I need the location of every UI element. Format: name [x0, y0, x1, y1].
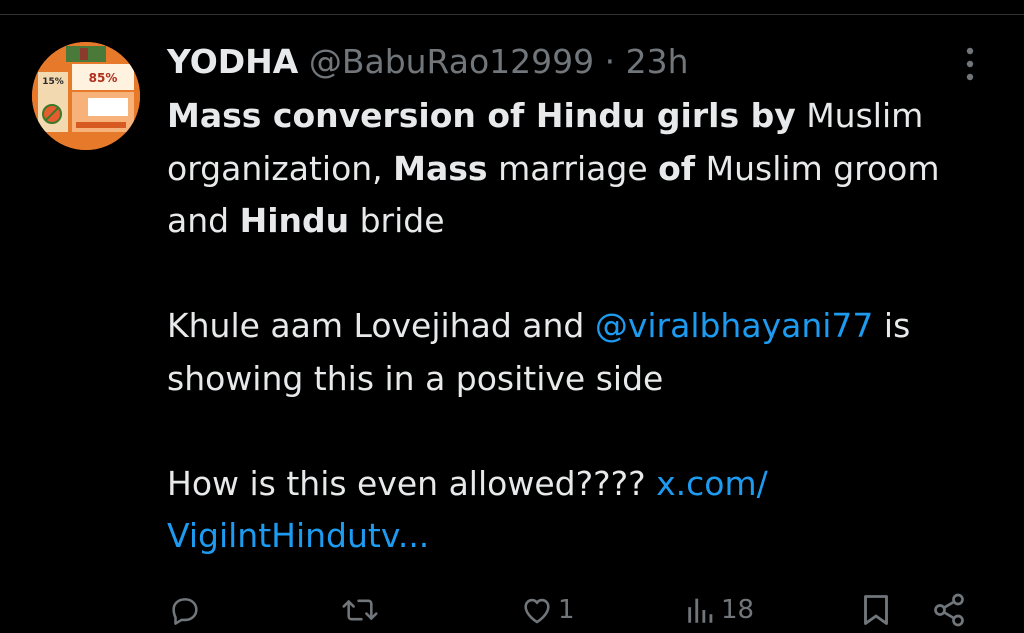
like-count: 1 [558, 595, 575, 625]
paragraph-2-text: Khule aam Lovejihad and [167, 306, 595, 345]
avatar-image: 15% 85% [32, 42, 140, 150]
text-segment: marriage [487, 148, 659, 188]
author-name[interactable]: YODHA [167, 42, 298, 81]
action-bar: 1 18 [0, 588, 1024, 632]
bold-text-segment: of [658, 148, 696, 188]
reply-icon [172, 598, 198, 625]
paragraph-3-text: How is this even allowed???? [167, 463, 657, 503]
bold-text-segment: Mass conversion of Hindu girls by [167, 96, 796, 135]
heart-icon [524, 598, 550, 624]
views-button[interactable]: 18 [685, 588, 754, 632]
bold-text-segment: Hindu [239, 201, 350, 240]
mention-link[interactable]: @viralbhayani77 [595, 306, 874, 345]
like-button[interactable]: 1 [520, 588, 575, 632]
bold-text-segment: Mass [393, 148, 488, 188]
more-options-button[interactable] [956, 44, 984, 84]
avatar[interactable]: 15% 85% [32, 42, 140, 150]
tweet-text: Mass conversion of Hindu girls by Muslim… [167, 90, 977, 563]
retweet-icon [342, 599, 378, 621]
retweet-button[interactable] [341, 588, 383, 632]
text-segment: bride [349, 201, 445, 240]
more-vertical-icon [966, 47, 974, 81]
bookmark-icon [864, 595, 888, 625]
tweet-timestamp[interactable]: 23h [626, 42, 689, 81]
views-icon [688, 598, 713, 623]
views-count: 18 [721, 595, 755, 625]
tweet-header: YODHA @BabuRao12999 · 23h [167, 40, 689, 84]
separator-dot: · [594, 42, 626, 81]
bookmark-button[interactable] [861, 588, 891, 632]
tweet-paragraph-2: Khule aam Lovejihad and @viralbhayani77 … [167, 300, 977, 405]
share-button[interactable] [931, 588, 967, 632]
tweet-paragraph-1: Mass conversion of Hindu girls by Muslim… [167, 90, 977, 248]
share-icon [934, 593, 964, 627]
author-handle[interactable]: @BabuRao12999 [309, 42, 594, 81]
avatar-stat-right: 85% [89, 71, 118, 85]
tweet-paragraph-3: How is this even allowed???? x.com/ Vigi… [167, 458, 977, 563]
separator-glyph: · [604, 42, 616, 81]
reply-button[interactable] [168, 588, 206, 632]
top-divider [0, 14, 1024, 15]
avatar-stat-left: 15% [42, 77, 64, 87]
